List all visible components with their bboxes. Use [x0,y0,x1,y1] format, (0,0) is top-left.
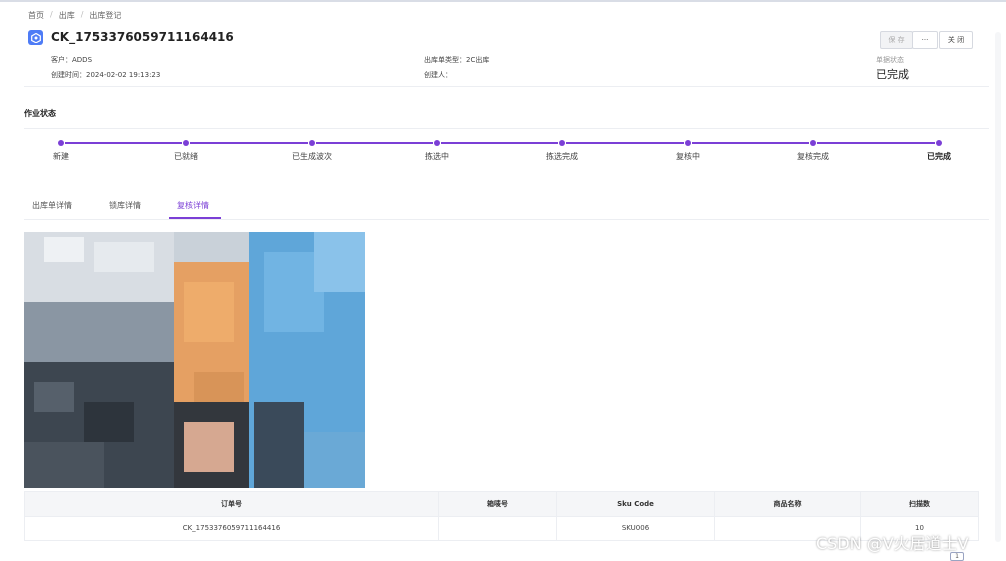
close-button[interactable]: 关 闭 [939,31,973,49]
tab-bar: 出库单详情 锁库详情 复核详情 [24,200,989,220]
top-border [0,0,1006,2]
cell-order-no: CK_1753376059711164416 [25,516,439,540]
workflow-connector [817,142,935,144]
breadcrumb-outbound[interactable]: 出库 [59,10,75,21]
tab-outbound-detail[interactable]: 出库单详情 [32,200,72,211]
workflow-connector [65,142,182,144]
tab-lock-detail[interactable]: 锁库详情 [109,200,141,211]
workflow-step-dot [309,140,315,146]
save-button[interactable]: 保 存 [880,31,913,49]
divider [24,219,989,220]
column-header-sku-code: Sku Code [557,492,715,516]
workflow-step-dot [58,140,64,146]
workflow-step-dot [183,140,189,146]
table-header-row: 订单号 箱唛号 Sku Code 商品名称 扫描数 [24,491,979,517]
tab-review-detail[interactable]: 复核详情 [177,200,209,211]
order-type-field: 出库单类型：2C出库 [424,56,490,64]
breadcrumb: 首页 / 出库 / 出库登记 [28,10,121,21]
breadcrumb-home[interactable]: 首页 [28,10,44,21]
column-header-order-no: 订单号 [25,492,439,516]
document-state-label: 单据状态 [876,56,904,64]
workflow-step-dot [810,140,816,146]
column-header-box-mark: 箱唛号 [439,492,557,516]
cell-box-mark [439,516,557,540]
workflow-step-dot [936,140,942,146]
workflow-step-label: 复核中 [676,152,700,161]
vertical-scrollbar[interactable] [995,32,1001,542]
column-header-scan-count: 扫描数 [909,500,930,508]
workflow-step-label: 新建 [53,152,69,161]
workflow-step-label: 拣选完成 [546,152,578,161]
more-button[interactable]: ··· [912,31,938,49]
cell-sku-code: SKU006 [557,516,715,540]
divider [24,128,989,129]
breadcrumb-separator: / [80,10,84,19]
workflow-step-label: 复核完成 [797,152,829,161]
page-title: CK_1753376059711164416 [51,30,234,44]
breadcrumb-separator: / [50,10,53,19]
workflow-connector [566,142,684,144]
workflow-connector [441,142,558,144]
pixelated-photo-image [24,232,365,488]
workflow-connector [692,142,809,144]
document-state-value: 已完成 [876,68,909,81]
workflow-step-dot [685,140,691,146]
creator-field: 创建人： [424,71,452,79]
breadcrumb-current: 出库登记 [89,11,122,20]
workflow-step-dot [559,140,565,146]
workflow-connector [316,142,433,144]
workflow-connector [190,142,308,144]
workflow-step-dot [434,140,440,146]
divider [24,86,989,87]
workflow-step-label: 拣选中 [425,152,449,161]
workflow-step-label: 已就绪 [174,152,198,161]
workflow-title: 作业状态 [24,109,56,118]
column-header-product-name: 商品名称 [715,492,861,516]
csdn-watermark: CSDN @V火居道士V [816,534,969,553]
customer-field: 客户：ADDS [51,56,93,64]
document-icon [28,30,43,45]
workflow-step-label: 已生成波次 [292,152,332,161]
review-photo [24,232,365,488]
created-time-field: 创建时间：2024-02-02 19:13:23 [51,71,161,79]
workflow-steps: 新建 已就绪 已生成波次 拣选中 拣选完成 复核中 复核完成 已完成 [0,136,1006,166]
workflow-step-label: 已完成 [927,152,951,161]
